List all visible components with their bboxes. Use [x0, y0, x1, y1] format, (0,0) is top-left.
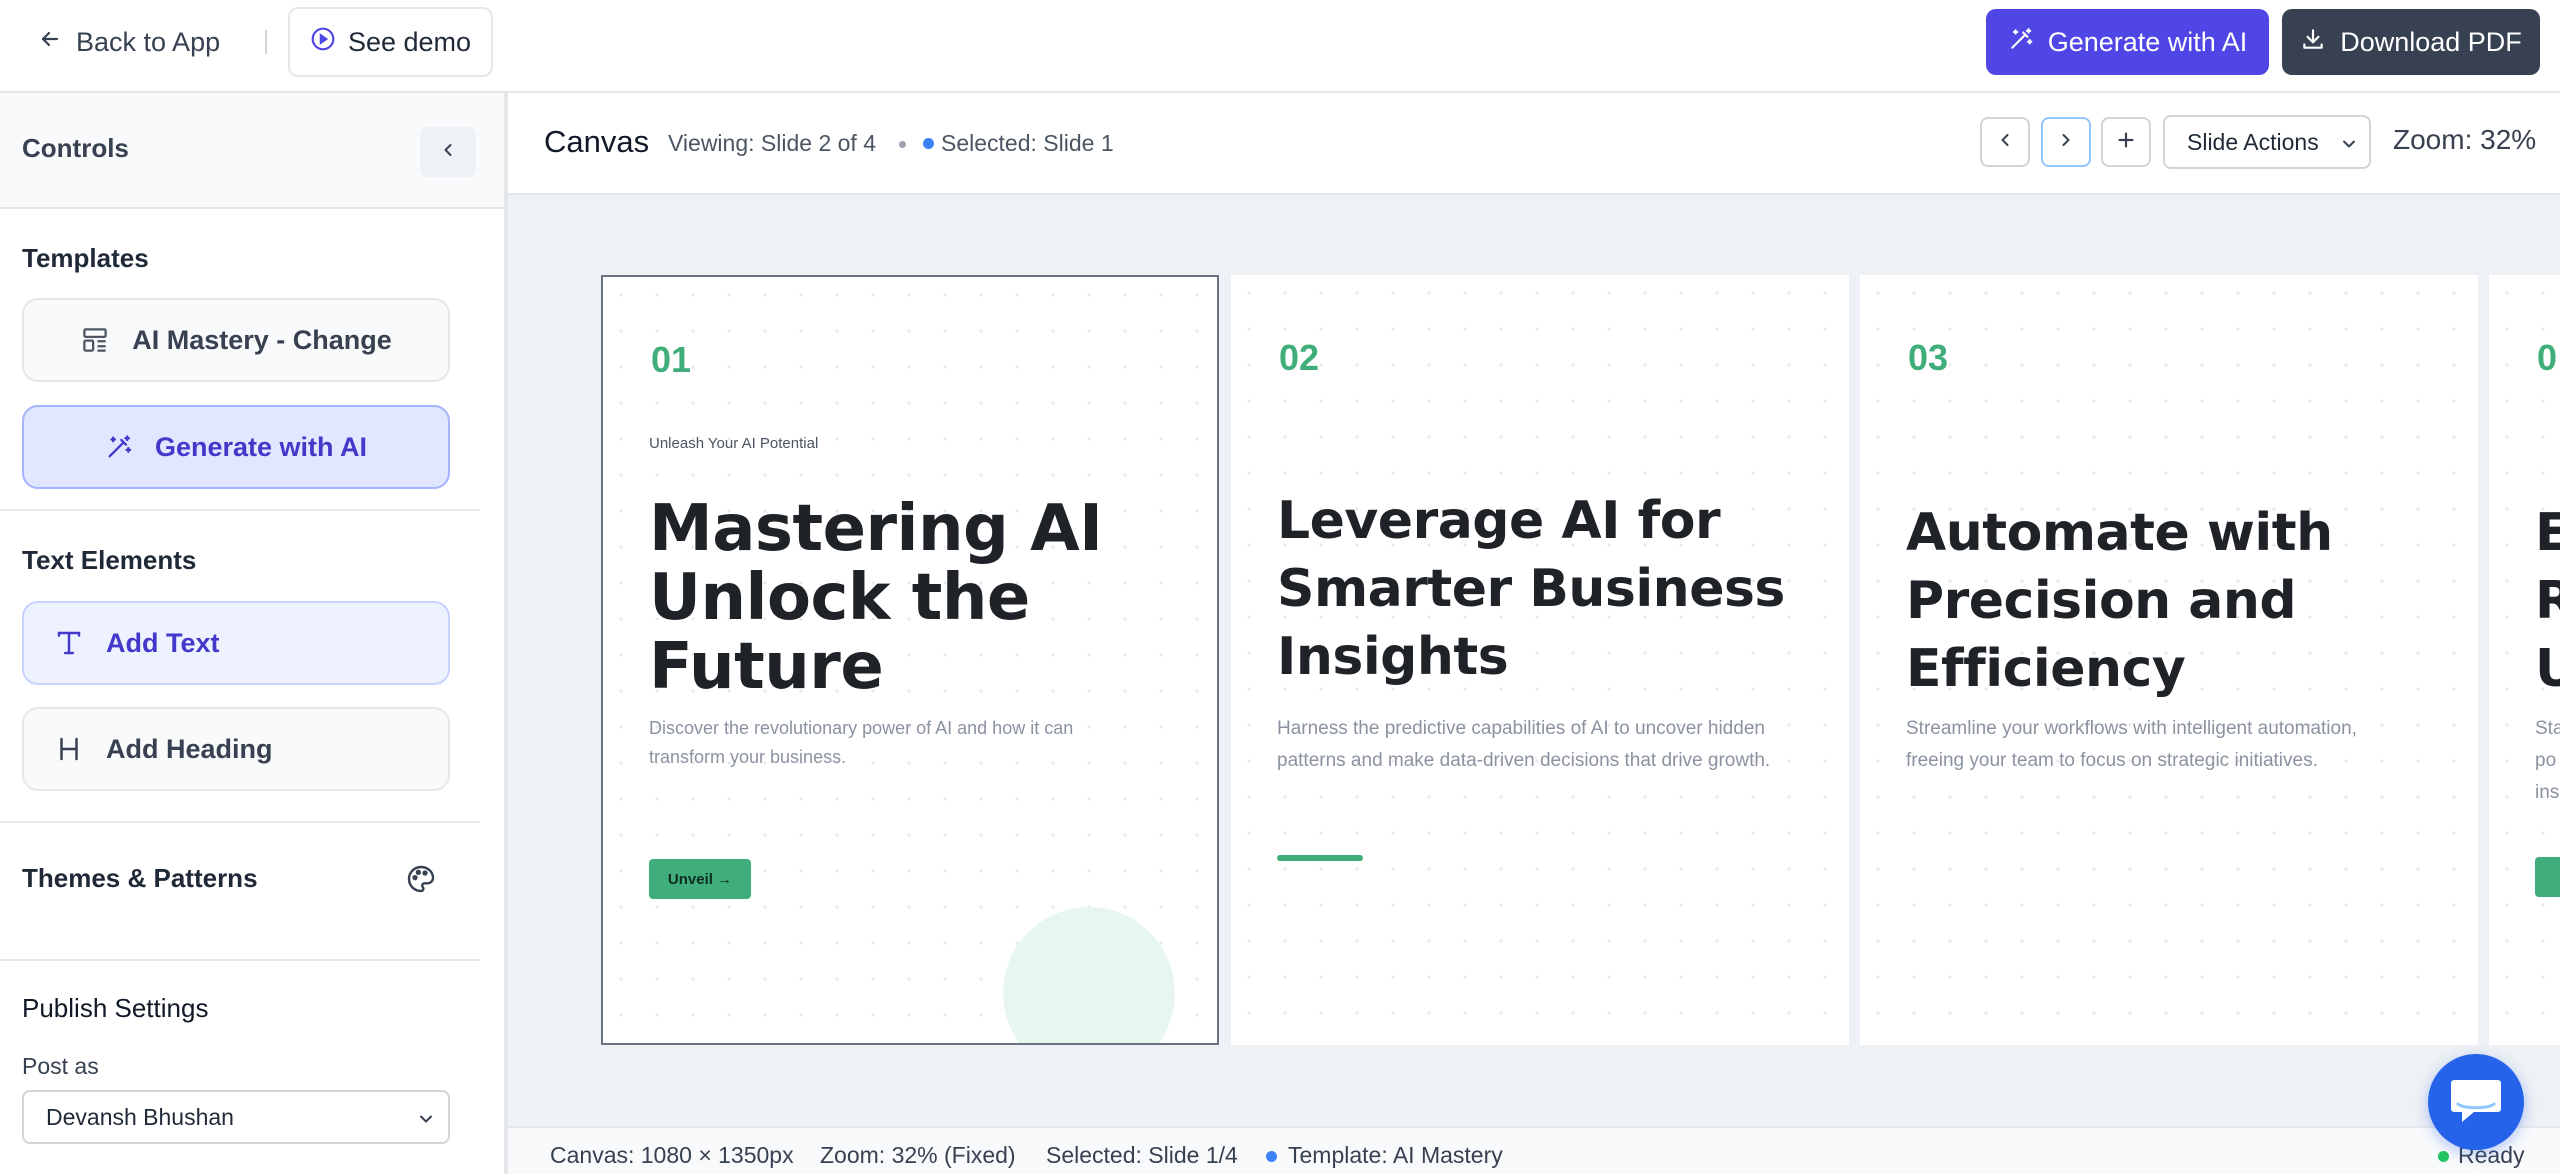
- change-template-label: AI Mastery - Change: [132, 324, 392, 355]
- generate-with-ai-label: Generate with AI: [2047, 26, 2248, 57]
- divider: [265, 30, 267, 54]
- selected-dot: [923, 138, 934, 149]
- chevron-left-icon: [438, 140, 458, 165]
- post-as-value: Devansh Bhushan: [46, 1103, 234, 1130]
- chevron-left-icon: [1995, 130, 2015, 155]
- generate-with-ai-button[interactable]: Generate with AI: [1986, 9, 2269, 75]
- magic-wand-icon: [105, 433, 133, 461]
- template-dot: [1266, 1151, 1277, 1162]
- top-bar: Back to App See demo Generate with AI Do…: [0, 0, 2560, 93]
- add-heading-button[interactable]: Add Heading: [22, 707, 450, 791]
- canvas-header: Canvas Viewing: Slide 2 of 4 Selected: S…: [508, 93, 2560, 195]
- status-bar: Canvas: 1080 × 1350px Zoom: 32% (Fixed) …: [508, 1126, 2560, 1174]
- slide-number: 02: [1279, 337, 1320, 378]
- viewing-indicator: Viewing: Slide 2 of 4: [668, 130, 876, 156]
- add-text-button[interactable]: Add Text: [22, 601, 450, 685]
- previous-slide-button[interactable]: [1980, 117, 2030, 167]
- slide-3[interactable]: 03 Automate with Precision and Efficienc…: [1860, 275, 2478, 1045]
- download-pdf-button[interactable]: Download PDF: [2282, 9, 2540, 75]
- slide-heading: Mastering AI Unlock the Future: [649, 492, 1103, 704]
- arrow-left-icon: [38, 27, 62, 58]
- back-to-app-button[interactable]: Back to App: [38, 22, 220, 62]
- back-to-app-label: Back to App: [76, 26, 221, 57]
- see-demo-label: See demo: [347, 26, 472, 57]
- collapse-sidebar-button[interactable]: [420, 127, 476, 177]
- slide-2[interactable]: 02 Leverage AI for Smarter Business Insi…: [1231, 275, 1849, 1045]
- layout-template-icon: [80, 325, 110, 355]
- themes-section-title[interactable]: Themes & Patterns: [22, 863, 258, 894]
- sidebar-header: Controls: [0, 93, 504, 209]
- slide-description: Streamline your workflows with intellige…: [1906, 718, 2357, 771]
- template-status: Template: AI Mastery: [1288, 1142, 1503, 1168]
- slide-4[interactable]: 0 E R U Sta po ins J: [2489, 275, 2560, 1045]
- slide-1[interactable]: 01 Unleash Your AI Potential Mastering A…: [601, 275, 1219, 1045]
- download-icon: [2300, 26, 2326, 59]
- selected-status: Selected: Slide 1/4: [1046, 1142, 1238, 1168]
- templates-section-title: Templates: [22, 243, 149, 273]
- canvas-title: Canvas: [544, 124, 650, 159]
- section-divider: [0, 821, 480, 823]
- chevron-right-icon: [2056, 130, 2076, 155]
- selected-indicator: Selected: Slide 1: [941, 130, 1114, 156]
- ready-dot: [2438, 1151, 2449, 1162]
- controls-sidebar: Controls Templates AI Mastery - Change G…: [0, 93, 508, 1174]
- see-demo-button[interactable]: See demo: [288, 7, 493, 77]
- change-template-button[interactable]: AI Mastery - Change: [22, 298, 450, 382]
- add-text-label: Add Text: [106, 627, 220, 658]
- slide-number: 01: [651, 339, 692, 380]
- chat-bubble-icon: [2448, 1074, 2504, 1131]
- add-heading-label: Add Heading: [106, 733, 273, 764]
- publish-settings-title: Publish Settings: [22, 993, 209, 1023]
- slide-actions-label: Slide Actions: [2187, 128, 2319, 155]
- plus-icon: [2115, 129, 2137, 156]
- sidebar-generate-label: Generate with AI: [154, 431, 368, 462]
- download-pdf-label: Download PDF: [2340, 26, 2522, 57]
- slide-number: 03: [1908, 337, 1949, 378]
- slide-description: Sta po ins: [2535, 718, 2560, 803]
- chevron-down-icon: [2339, 133, 2359, 160]
- palette-icon[interactable]: [405, 863, 437, 900]
- add-slide-button[interactable]: [2101, 117, 2151, 167]
- slide-eyebrow: Unleash Your AI Potential: [649, 435, 819, 452]
- next-slide-button[interactable]: [2041, 117, 2091, 167]
- decorative-circle: [1003, 907, 1175, 1043]
- text-elements-section-title: Text Elements: [22, 545, 197, 575]
- slide-description: Discover the revolutionary power of AI a…: [649, 718, 1074, 767]
- accent-bar: [1277, 855, 1363, 861]
- separator-dot: [899, 141, 906, 148]
- sidebar-generate-with-ai-button[interactable]: Generate with AI: [22, 405, 450, 489]
- post-as-select[interactable]: Devansh Bhushan: [22, 1090, 450, 1144]
- section-divider: [0, 509, 480, 511]
- slide-heading: Leverage AI for Smarter Business Insight…: [1277, 491, 1785, 687]
- zoom-indicator: Zoom: 32%: [2393, 124, 2537, 155]
- slide-heading: E R U: [2535, 503, 2560, 699]
- zoom-status: Zoom: 32% (Fixed): [820, 1142, 1016, 1168]
- slide-description: Harness the predictive capabilities of A…: [1277, 718, 1771, 771]
- play-circle-icon: [310, 26, 336, 59]
- unveil-button[interactable]: Unveil →: [649, 859, 751, 899]
- post-as-label: Post as: [22, 1053, 99, 1079]
- chevron-down-icon: [416, 1108, 436, 1135]
- magic-wand-icon: [2008, 26, 2034, 59]
- slide-heading: Automate with Precision and Efficiency: [1906, 503, 2333, 699]
- slide-number: 0: [2537, 337, 2558, 378]
- heading-icon: [54, 734, 84, 764]
- sidebar-title: Controls: [22, 133, 129, 163]
- chat-support-button[interactable]: [2428, 1054, 2524, 1150]
- canvas-size-status: Canvas: 1080 × 1350px: [550, 1142, 794, 1168]
- slide-actions-select[interactable]: Slide Actions: [2163, 115, 2371, 169]
- section-divider: [0, 959, 480, 961]
- slides-canvas[interactable]: 01 Unleash Your AI Potential Mastering A…: [508, 195, 2560, 1126]
- slide-cta-button[interactable]: J: [2535, 857, 2560, 897]
- text-type-icon: [54, 628, 84, 658]
